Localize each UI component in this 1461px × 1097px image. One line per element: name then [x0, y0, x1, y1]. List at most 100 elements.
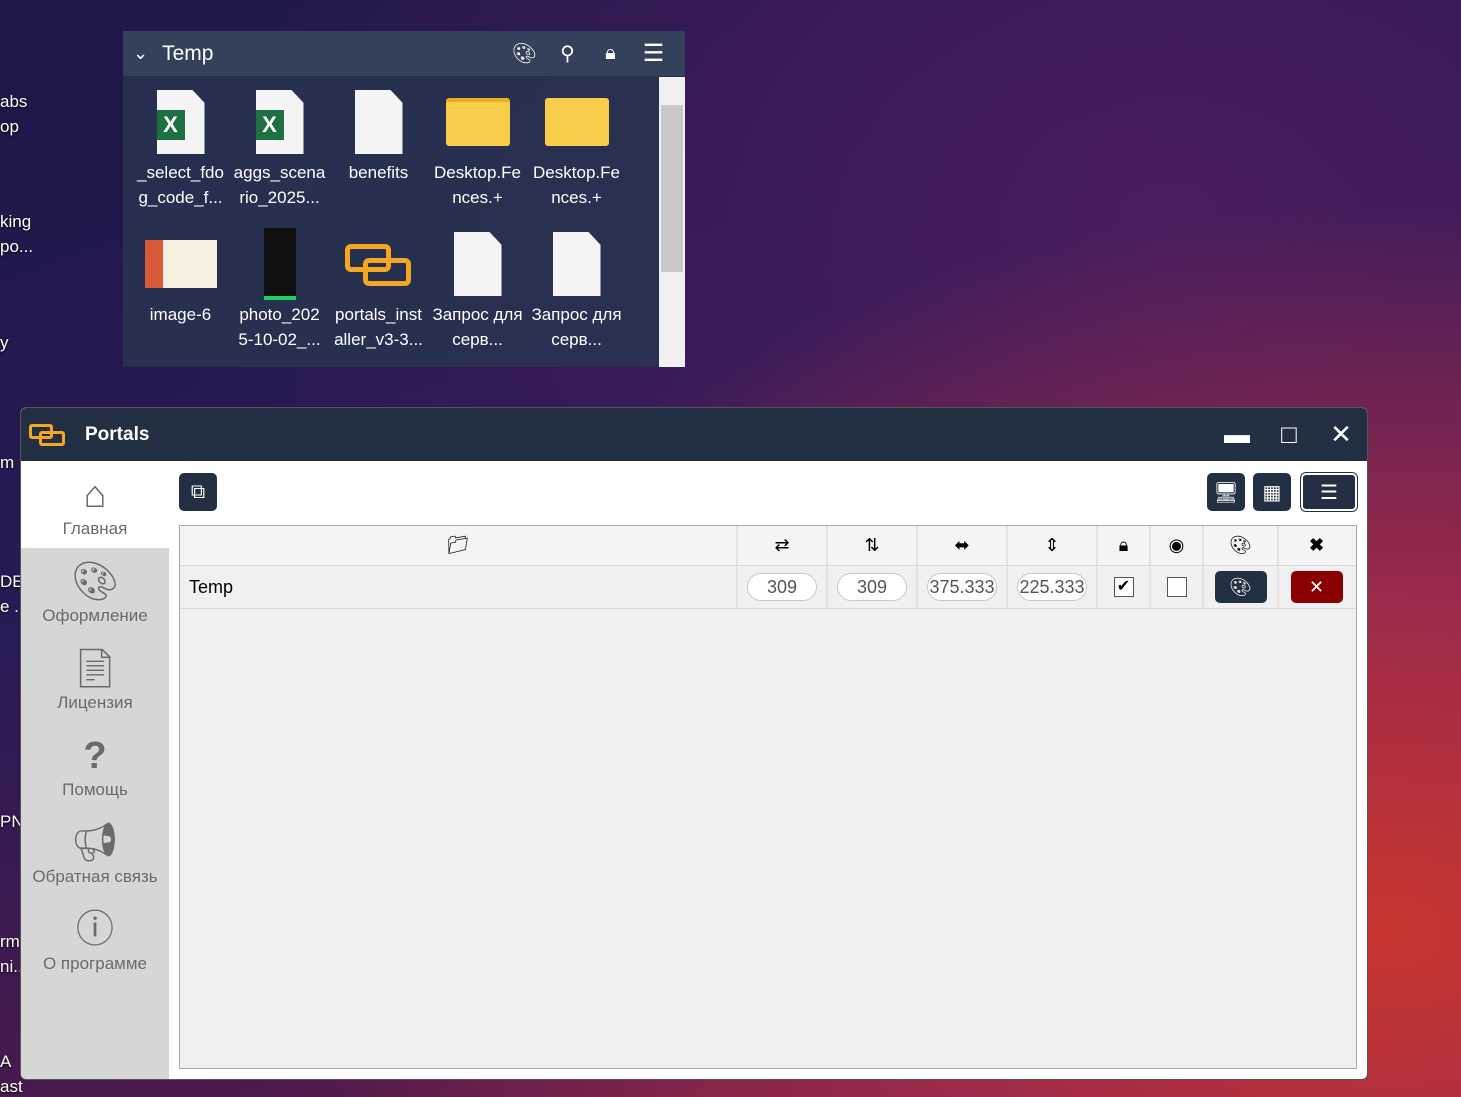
file-item[interactable]: benefits [329, 86, 428, 210]
portals-icon [343, 228, 415, 300]
fence-title[interactable]: Temp [162, 42, 503, 66]
sidebar-item-label: Лицензия [57, 692, 133, 712]
file-name: Запрос для серв... [432, 305, 523, 349]
portals-window: Portals ▬ □ ✕ ⌂ Главная 🎨︎ Оформление 📄︎ Ли… [20, 407, 1368, 1080]
width-icon: ⬌ [918, 526, 1008, 565]
maximize-button[interactable]: □ [1263, 419, 1315, 450]
sidebar-item-label: Главная [62, 518, 128, 538]
delete-button[interactable]: ✕ [1290, 571, 1343, 603]
desktop-label[interactable]: abs [0, 92, 27, 112]
file-item[interactable]: Desktop.Fe nces.+ [527, 86, 626, 210]
width-input[interactable]: 375.333 [927, 573, 997, 601]
file-item[interactable]: X _select_fdo g_code_f... [131, 86, 230, 210]
sidebar-item-license[interactable]: 📄︎ Лицензия [21, 635, 169, 722]
lock-checkbox[interactable]: ✔ [1113, 577, 1134, 597]
file-name: _select_fdo g_code_f... [137, 163, 224, 207]
info-icon: ⓘ [75, 908, 114, 951]
sidebar-item-appearance[interactable]: 🎨︎ Оформление [21, 548, 169, 635]
desktop-label[interactable]: y [0, 333, 9, 353]
chevron-down-icon[interactable]: ⌄ [133, 43, 148, 64]
portals-logo-icon [29, 420, 69, 450]
monitor-button[interactable]: 🖥︎ [1207, 473, 1245, 511]
desktop-label[interactable]: king [0, 212, 31, 232]
file-item[interactable]: photo_202 5-10-02_... [230, 228, 329, 352]
palette-icon: 🎨︎ [1204, 526, 1279, 565]
palette-button[interactable]: 🎨︎ [1214, 571, 1267, 603]
photo-thumbnail-icon [244, 228, 316, 300]
image-thumbnail-icon [144, 228, 217, 300]
file-item[interactable]: Xaggs_scena rio_2025... [230, 86, 329, 210]
search-icon[interactable]: ⚲ [546, 41, 589, 66]
sidebar-item-label: Помощь [62, 779, 128, 799]
desktop-label[interactable]: A [0, 1052, 11, 1072]
window-title: Portals [85, 423, 150, 445]
desktop-label[interactable]: ast [0, 1077, 23, 1097]
excel-icon: X [244, 86, 316, 158]
folder-icon [541, 86, 613, 158]
fence-header: ⌄ Temp 🎨︎ ⚲ 🔒︎ ☰ [123, 31, 685, 76]
file-name: photo_202 5-10-02_... [238, 305, 321, 349]
sidebar-item-feedback[interactable]: 📢︎ Обратная связь [21, 809, 169, 896]
folder-icon: 📁︎ [180, 526, 738, 565]
close-button[interactable]: ✕ [1315, 419, 1367, 450]
table-header: 📁︎ ⇄ ⇅ ⬌ ⇕ 🔒︎ ◉ 🎨︎ ✖ [180, 526, 1356, 566]
sidebar-item-home[interactable]: ⌂ Главная [21, 461, 169, 548]
minimize-button[interactable]: ▬ [1211, 419, 1263, 450]
swap-horizontal-icon: ⇄ [738, 526, 828, 565]
megaphone-icon: 📢︎ [70, 821, 120, 864]
document-icon [343, 86, 415, 158]
fence-scrollbar[interactable] [659, 77, 685, 367]
file-item[interactable]: Desktop.Fe nces.+ [428, 86, 527, 210]
desktop-label[interactable]: po... [0, 237, 33, 257]
file-name: Запрос для серв... [531, 305, 622, 349]
layout-button[interactable]: ▦ [1253, 473, 1291, 511]
add-portal-button[interactable]: ⧉ [179, 473, 217, 511]
y-input[interactable]: 309 [837, 573, 907, 601]
table-row: Temp 309 309 375.333 225.333 ✔ 🎨︎ ✕ [180, 566, 1356, 609]
portal-name: Temp [180, 566, 738, 608]
height-icon: ⇕ [1008, 526, 1098, 565]
desktop-label[interactable]: m [0, 453, 14, 473]
sidebar-item-about[interactable]: ⓘ О программе [21, 896, 169, 983]
zip-folder-icon [442, 86, 514, 158]
file-icon: 📄︎ [70, 647, 120, 690]
menu-button[interactable]: ☰ [1300, 472, 1358, 512]
menu-icon[interactable]: ☰ [632, 39, 675, 68]
palette-icon: 🎨︎ [70, 560, 120, 603]
eye-icon: ◉ [1151, 526, 1204, 565]
question-icon: ? [83, 734, 107, 777]
fence-panel: ⌄ Temp 🎨︎ ⚲ 🔒︎ ☰ X _select_fdo g_code_f..… [123, 31, 685, 367]
desktop-label[interactable]: rm [0, 932, 20, 952]
height-input[interactable]: 225.333 [1017, 573, 1087, 601]
lock-icon[interactable]: 🔒︎ [589, 42, 632, 65]
file-item[interactable]: Запрос для серв... [527, 228, 626, 352]
document-icon [541, 228, 613, 300]
file-name: aggs_scena rio_2025... [233, 163, 326, 207]
sidebar: ⌂ Главная 🎨︎ Оформление 📄︎ Лицензия ? Помощь… [21, 461, 169, 1079]
main-content: ⧉ 🖥︎ ▦ ☰ 📁︎ ⇄ ⇅ ⬌ ⇕ 🔒︎ ◉ 🎨︎ ✖ Temp 309 3… [169, 461, 1367, 1079]
file-item[interactable]: Запрос для серв... [428, 228, 527, 352]
file-item[interactable]: portals_inst aller_v3-3... [329, 228, 428, 352]
home-icon: ⌂ [83, 473, 107, 516]
file-name: Desktop.Fe nces.+ [434, 163, 521, 207]
visible-checkbox[interactable] [1166, 577, 1187, 597]
scrollbar-thumb[interactable] [661, 105, 683, 272]
fence-items: X _select_fdo g_code_f... Xaggs_scena rio… [131, 86, 651, 352]
sidebar-item-label: О программе [42, 953, 147, 973]
file-item[interactable]: image-6 [131, 228, 230, 352]
excel-icon: X [145, 86, 217, 158]
file-name: portals_inst aller_v3-3... [334, 305, 423, 349]
lock-icon: 🔒︎ [1098, 526, 1151, 565]
file-name: image-6 [149, 305, 212, 324]
sidebar-item-help[interactable]: ? Помощь [21, 722, 169, 809]
document-icon [442, 228, 514, 300]
file-name: Desktop.Fe nces.+ [533, 163, 620, 207]
x-input[interactable]: 309 [747, 573, 817, 601]
desktop-label[interactable]: op [0, 117, 19, 137]
palette-icon[interactable]: 🎨︎ [503, 41, 546, 66]
swap-vertical-icon: ⇅ [828, 526, 918, 565]
title-bar[interactable]: Portals ▬ □ ✕ [21, 408, 1367, 461]
file-name: benefits [348, 163, 409, 182]
sidebar-item-label: Обратная связь [32, 866, 158, 886]
sidebar-item-label: Оформление [42, 605, 148, 625]
